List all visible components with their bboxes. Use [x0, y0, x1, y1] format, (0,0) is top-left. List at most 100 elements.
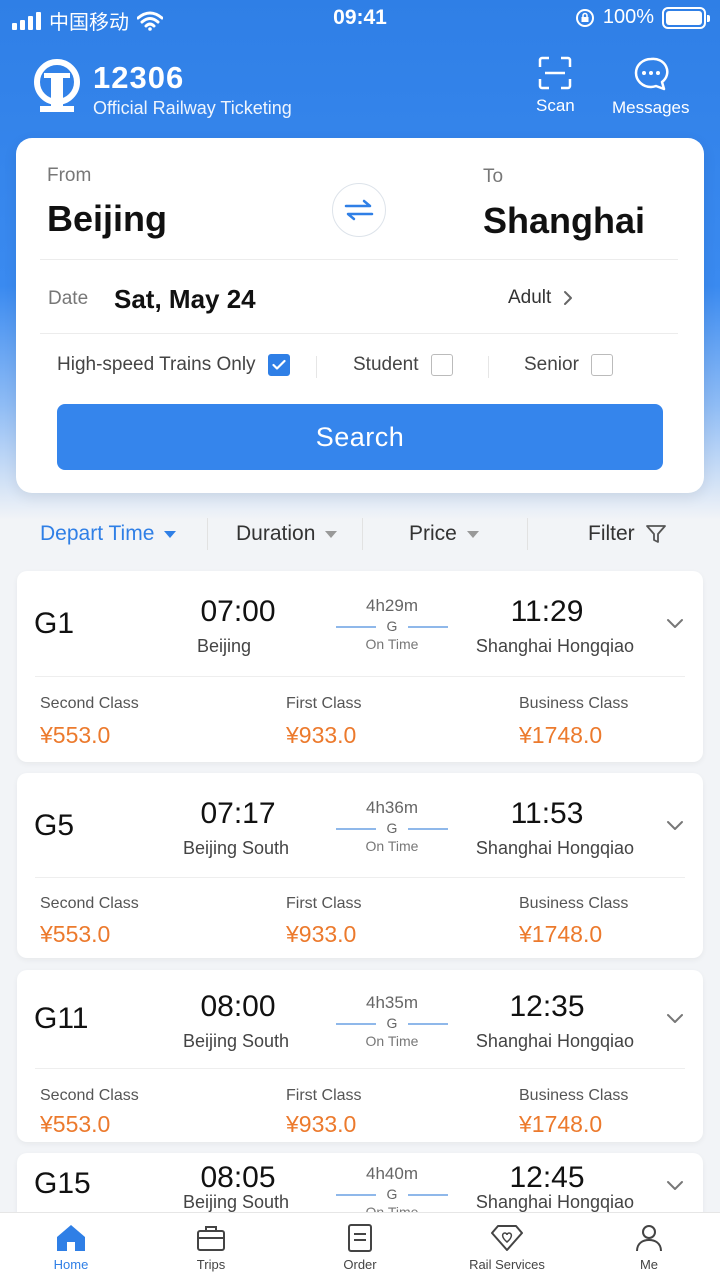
divider: [40, 259, 678, 260]
seat-class-label: First Class: [286, 1087, 362, 1104]
student-label: Student: [353, 354, 419, 375]
seat-price[interactable]: ¥553.0: [40, 1111, 110, 1138]
trip-duration: 4h36m: [366, 798, 418, 817]
card-divider: [35, 877, 685, 878]
caret-down-icon: [164, 530, 177, 538]
nav-home-label: Home: [53, 1257, 89, 1272]
nav-home[interactable]: Home: [11, 1223, 131, 1272]
seat-price[interactable]: ¥933.0: [286, 921, 356, 948]
journey-info: 4h35m G On Time: [336, 993, 448, 1049]
arrive-station: Shanghai Hongqiao: [475, 1031, 635, 1051]
chevron-down-icon[interactable]: [665, 815, 685, 835]
seat-class-label: Second Class: [40, 895, 139, 912]
passenger-type-selector[interactable]: Adult: [508, 287, 573, 309]
nav-me-label: Me: [639, 1257, 659, 1272]
high-speed-checkbox[interactable]: [267, 354, 290, 376]
nav-rail-services[interactable]: Rail Services: [447, 1223, 567, 1272]
seat-price[interactable]: ¥933.0: [286, 722, 356, 749]
seat-price[interactable]: ¥1748.0: [519, 722, 602, 749]
nav-order-label: Order: [343, 1257, 377, 1272]
seat-class-label: Second Class: [40, 695, 139, 712]
divider: [40, 333, 678, 334]
trip-duration: 4h35m: [366, 993, 418, 1012]
to-label: To: [483, 166, 504, 187]
from-label: From: [47, 165, 92, 186]
app-subtitle: Official Railway Ticketing: [93, 98, 292, 118]
train-status: On Time: [365, 838, 419, 854]
from-city[interactable]: Beijing: [47, 198, 167, 240]
sort-duration-label: Duration: [236, 522, 316, 545]
diamond-heart-icon: [491, 1225, 523, 1251]
chevron-right-icon: [564, 291, 573, 305]
messages-button[interactable]: Messages: [612, 56, 689, 118]
chevron-down-icon[interactable]: [665, 1175, 685, 1195]
option-separator: [316, 356, 317, 378]
seat-class-label: Second Class: [40, 1087, 139, 1104]
sort-separator: [207, 518, 208, 550]
nav-order[interactable]: Order: [300, 1223, 420, 1272]
seat-price[interactable]: ¥933.0: [286, 1111, 356, 1138]
sort-price-label: Price: [409, 522, 457, 545]
train-card[interactable]: G11 08:00 Beijing South 4h35m G On Time …: [17, 970, 703, 1142]
card-divider: [35, 676, 685, 677]
filter-button[interactable]: Filter: [588, 522, 667, 546]
train-card[interactable]: G5 07:17 Beijing South 4h36m G On Time 1…: [17, 773, 703, 958]
check-icon: [271, 359, 286, 370]
swap-stations-button[interactable]: [332, 183, 386, 237]
chat-bubble-icon: [634, 57, 669, 91]
sort-price[interactable]: Price: [409, 522, 479, 546]
battery-percent: 100%: [602, 6, 654, 28]
sort-depart-time[interactable]: Depart Time: [40, 522, 177, 546]
depart-time: 08:05: [200, 1161, 276, 1194]
train-number: G11: [34, 1002, 89, 1035]
train-type: G: [386, 1186, 398, 1202]
chevron-down-icon[interactable]: [665, 1008, 685, 1028]
chevron-down-icon[interactable]: [665, 613, 685, 633]
bottom-nav: Home Trips Order Rail Services Me: [0, 1212, 720, 1280]
caret-down-icon: [466, 530, 479, 538]
sort-separator: [527, 518, 528, 550]
swap-arrows-icon: [344, 199, 374, 221]
nav-me[interactable]: Me: [589, 1223, 709, 1272]
depart-station: Beijing: [196, 636, 252, 656]
train-number: G5: [34, 809, 75, 842]
arrive-time: 11:29: [510, 595, 584, 628]
train-type: G: [386, 1015, 398, 1031]
scan-button[interactable]: Scan: [536, 56, 575, 116]
arrive-time: 11:53: [510, 797, 584, 830]
search-button[interactable]: Search: [57, 404, 663, 470]
seat-class-label: Business Class: [519, 1087, 629, 1104]
battery-icon: [662, 6, 710, 29]
scan-label: Scan: [536, 96, 575, 115]
nav-trips[interactable]: Trips: [151, 1223, 271, 1272]
home-icon: [57, 1225, 85, 1251]
seat-price[interactable]: ¥553.0: [40, 722, 110, 749]
to-city[interactable]: Shanghai: [483, 200, 645, 242]
senior-label: Senior: [524, 354, 579, 375]
arrive-station: Shanghai Hongqiao: [475, 838, 635, 858]
sort-separator: [362, 518, 363, 550]
train-status: On Time: [365, 1033, 419, 1049]
app-title: 12306: [93, 60, 185, 95]
train-status: On Time: [365, 636, 419, 652]
funnel-icon: [645, 525, 666, 543]
date-value[interactable]: Sat, May 24: [114, 284, 256, 315]
senior-checkbox[interactable]: [590, 354, 613, 376]
seat-class-label: Business Class: [519, 695, 629, 712]
suitcase-icon: [197, 1226, 225, 1251]
high-speed-option[interactable]: High-speed Trains Only: [57, 354, 290, 376]
sort-depart-time-label: Depart Time: [40, 522, 155, 545]
search-card: From Beijing To Shanghai Date Sat, May 2…: [16, 138, 704, 493]
depart-time: 07:00: [200, 595, 276, 628]
sort-duration[interactable]: Duration: [236, 522, 338, 546]
senior-option[interactable]: Senior: [524, 354, 613, 376]
journey-info: 4h36m G On Time: [336, 798, 448, 854]
student-option[interactable]: Student: [353, 354, 453, 376]
seat-price[interactable]: ¥1748.0: [519, 921, 602, 948]
trip-duration: 4h29m: [366, 596, 418, 615]
student-checkbox[interactable]: [430, 354, 453, 376]
seat-price[interactable]: ¥553.0: [40, 921, 110, 948]
caret-down-icon: [325, 530, 338, 538]
train-card[interactable]: G1 07:00 Beijing 4h29m G On Time 11:29 S…: [17, 571, 703, 762]
seat-price[interactable]: ¥1748.0: [519, 1111, 602, 1138]
